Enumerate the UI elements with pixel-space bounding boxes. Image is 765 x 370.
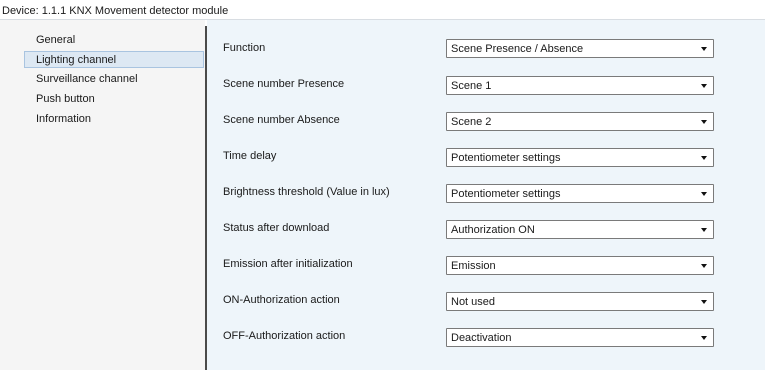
chevron-down-icon bbox=[701, 336, 707, 340]
label-on-authorization-action: ON-Authorization action bbox=[223, 294, 340, 306]
window-title: Device: 1.1.1 KNX Movement detector modu… bbox=[0, 0, 765, 20]
time-delay-select[interactable]: Potentiometer settings bbox=[446, 148, 714, 167]
emission-after-initialization-select[interactable]: Emission bbox=[446, 256, 714, 275]
scene-number-presence-select[interactable]: Scene 1 bbox=[446, 76, 714, 95]
chevron-down-icon bbox=[701, 47, 707, 51]
chevron-down-icon bbox=[701, 120, 707, 124]
on-authorization-action-select[interactable]: Not used bbox=[446, 292, 714, 311]
function-select[interactable]: Scene Presence / Absence bbox=[446, 39, 714, 58]
brightness-threshold-select[interactable]: Potentiometer settings bbox=[446, 184, 714, 203]
chevron-down-icon bbox=[701, 156, 707, 160]
sidebar: General Lighting channel Surveillance ch… bbox=[0, 20, 205, 370]
label-brightness-threshold: Brightness threshold (Value in lux) bbox=[223, 186, 390, 198]
off-authorization-action-select[interactable]: Deactivation bbox=[446, 328, 714, 347]
label-scene-number-absence: Scene number Absence bbox=[223, 114, 340, 126]
scene-number-absence-value: Scene 2 bbox=[451, 116, 492, 128]
chevron-down-icon bbox=[701, 300, 707, 304]
label-scene-number-presence: Scene number Presence bbox=[223, 78, 345, 90]
chevron-down-icon bbox=[701, 192, 707, 196]
label-function: Function bbox=[223, 42, 266, 54]
scene-number-absence-select[interactable]: Scene 2 bbox=[446, 112, 714, 131]
chevron-down-icon bbox=[701, 84, 707, 88]
sidebar-item-information[interactable]: Information bbox=[24, 111, 204, 128]
sidebar-item-push-button[interactable]: Push button bbox=[24, 91, 204, 108]
parameter-panel: Function Scene Presence / Absence Scene … bbox=[207, 20, 765, 370]
status-after-download-value: Authorization ON bbox=[451, 224, 535, 236]
status-after-download-select[interactable]: Authorization ON bbox=[446, 220, 714, 239]
sidebar-item-lighting-channel[interactable]: Lighting channel bbox=[24, 51, 204, 68]
emission-after-initialization-value: Emission bbox=[451, 260, 496, 272]
scene-number-presence-value: Scene 1 bbox=[451, 80, 492, 92]
label-status-after-download: Status after download bbox=[223, 222, 330, 234]
on-authorization-action-value: Not used bbox=[451, 296, 496, 308]
label-off-authorization-action: OFF-Authorization action bbox=[223, 330, 346, 342]
label-emission-after-initialization: Emission after initialization bbox=[223, 258, 353, 270]
chevron-down-icon bbox=[701, 228, 707, 232]
function-select-value: Scene Presence / Absence bbox=[451, 43, 584, 55]
chevron-down-icon bbox=[701, 264, 707, 268]
off-authorization-action-value: Deactivation bbox=[451, 332, 512, 344]
sidebar-item-general[interactable]: General bbox=[24, 32, 204, 49]
sidebar-item-surveillance-channel[interactable]: Surveillance channel bbox=[24, 71, 204, 88]
label-time-delay: Time delay bbox=[223, 150, 277, 162]
brightness-threshold-value: Potentiometer settings bbox=[451, 188, 561, 200]
time-delay-value: Potentiometer settings bbox=[451, 152, 561, 164]
